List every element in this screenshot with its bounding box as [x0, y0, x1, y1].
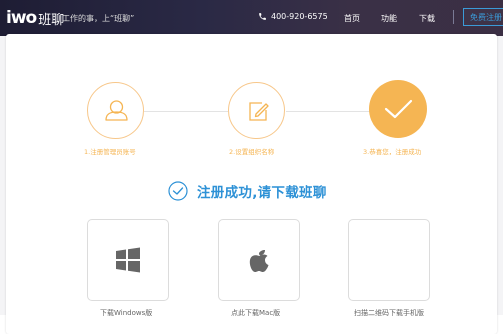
step-connector	[144, 111, 228, 112]
qr-code-box	[348, 219, 430, 301]
phone-icon	[259, 13, 266, 20]
phone-contact: 400-920-6575	[258, 12, 328, 21]
success-message: 注册成功,请下载班聊	[168, 181, 327, 201]
step-3-circle	[369, 80, 427, 138]
windows-icon	[116, 247, 140, 273]
check-icon	[384, 99, 413, 119]
step-2-label: 2.设置组织名称	[229, 148, 275, 156]
nav-home[interactable]: 首页	[344, 13, 360, 24]
check-circle-icon	[168, 181, 188, 201]
logo-mark: iwo	[6, 8, 37, 28]
apple-icon	[249, 250, 269, 272]
step-1-label: 1.注册管理员账号	[84, 148, 136, 156]
phone-number: 400-920-6575	[271, 12, 328, 21]
download-windows-button[interactable]	[87, 219, 169, 301]
step-2-circle	[228, 82, 285, 139]
free-register-button[interactable]: 免费注册	[463, 8, 503, 26]
download-mac-button[interactable]	[218, 219, 300, 301]
edit-icon	[249, 102, 269, 121]
logo-text: 班聊	[38, 12, 65, 28]
banliao-logo[interactable]: iwo 班聊	[6, 8, 65, 28]
step-connector	[286, 111, 370, 112]
nav-features[interactable]: 功能	[381, 13, 397, 24]
nav-divider	[453, 10, 454, 24]
user-icon	[105, 100, 128, 121]
download-windows-label[interactable]: 下载Windows版	[100, 308, 152, 318]
nav-download[interactable]: 下载	[419, 13, 435, 24]
success-text: 注册成功,请下载班聊	[197, 185, 327, 201]
download-mobile-label: 扫描二维码下载手机版	[354, 309, 424, 317]
page-background-right	[497, 36, 503, 315]
download-mac-label[interactable]: 点此下载Mac版	[231, 308, 280, 318]
step-3-label: 3.恭喜您，注册成功	[363, 148, 422, 156]
slogan: 工作的事，上“班聊”	[62, 14, 135, 23]
step-1-circle	[87, 82, 144, 139]
top-navigation-bar: iwo 班聊 工作的事，上“班聊” 400-920-6575 首页 功能 下载 …	[0, 0, 503, 36]
